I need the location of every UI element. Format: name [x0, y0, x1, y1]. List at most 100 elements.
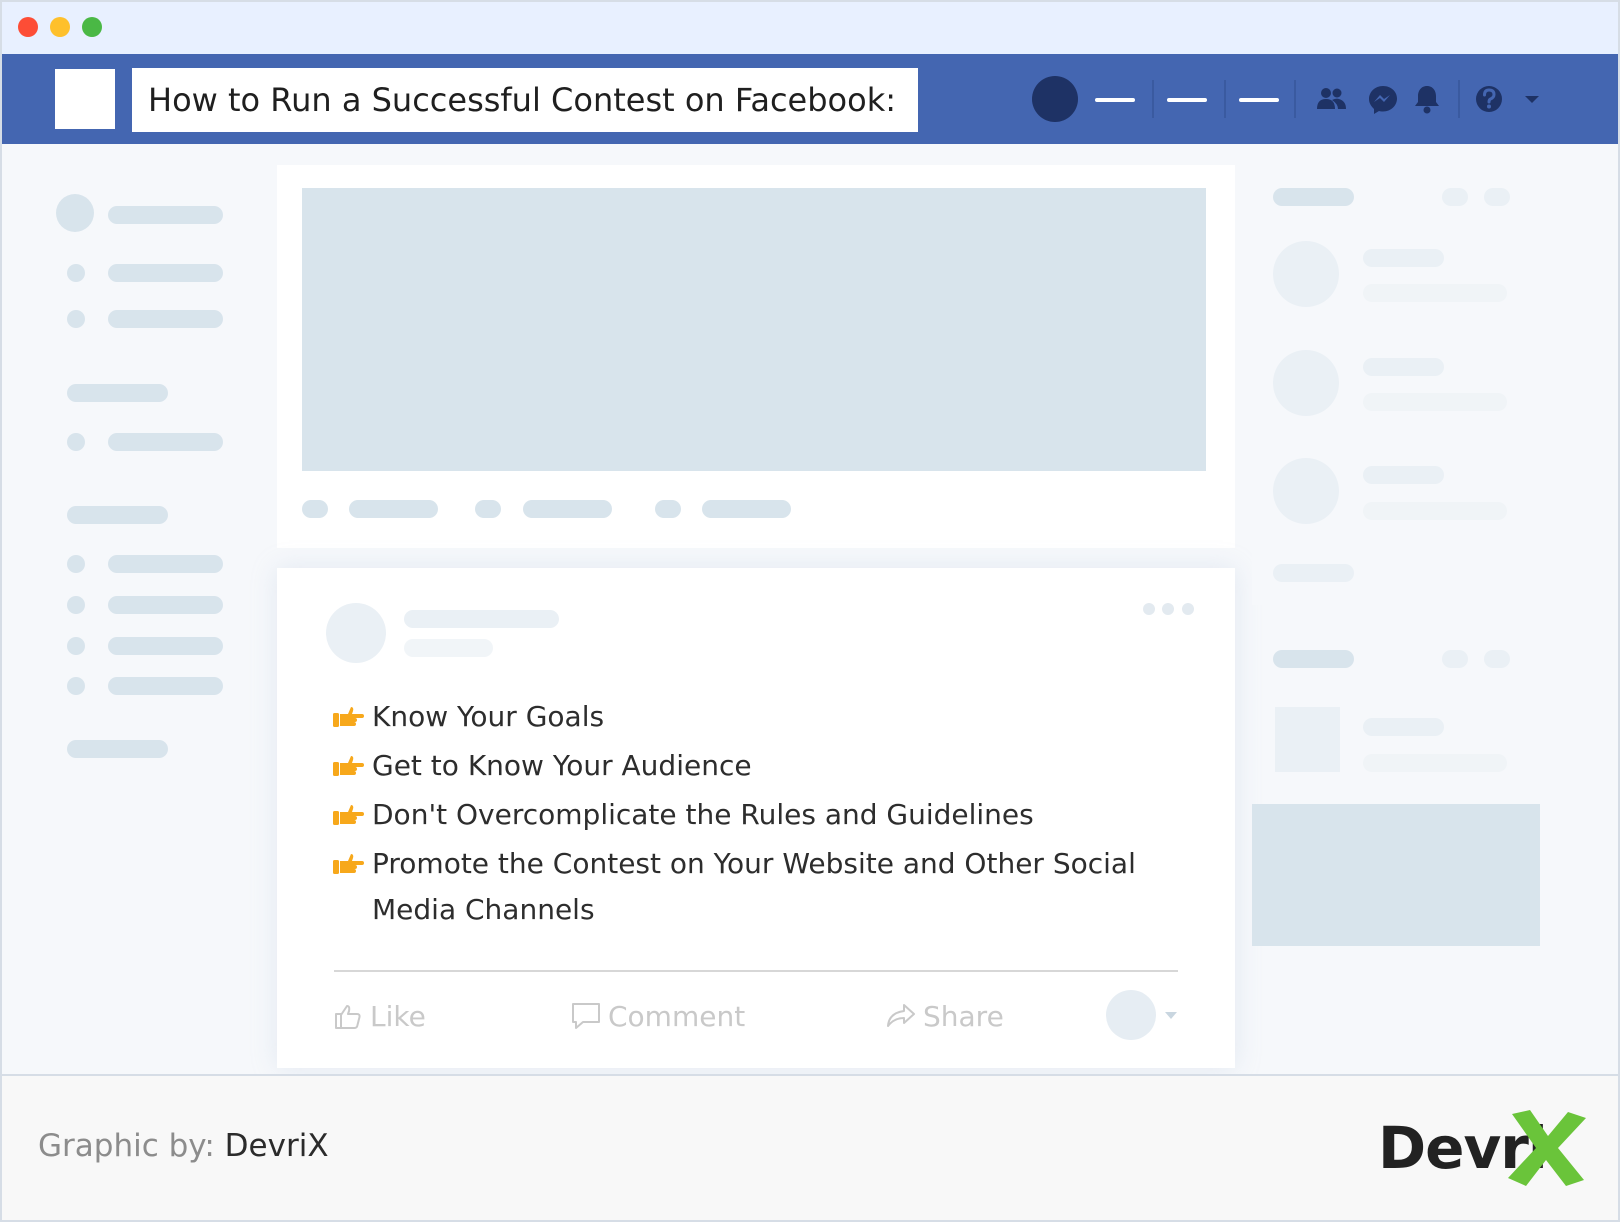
panel-action[interactable]: [1484, 650, 1510, 668]
card-action[interactable]: [523, 500, 612, 518]
list-item: Don't Overcomplicate the Rules and Guide…: [332, 792, 1182, 838]
sidebar-item-icon: [67, 637, 85, 655]
sidebar-item-icon: [67, 555, 85, 573]
comment-icon: [572, 1003, 600, 1029]
like-button[interactable]: Like: [332, 998, 426, 1034]
reaction-avatar[interactable]: [1106, 990, 1156, 1040]
logo-placeholder[interactable]: [55, 69, 115, 129]
messenger-icon[interactable]: [1366, 82, 1400, 116]
card-action-icon: [302, 500, 328, 518]
like-label: Like: [370, 999, 426, 1033]
panel-action[interactable]: [1442, 650, 1468, 668]
sidebar-see-more[interactable]: [67, 740, 168, 758]
share-icon: [887, 1004, 915, 1027]
post-author-name[interactable]: [404, 610, 559, 628]
caret-down-icon[interactable]: [1515, 82, 1549, 116]
sidebar-item-icon: [67, 596, 85, 614]
share-label: Share: [923, 999, 1004, 1033]
minimize-window-button[interactable]: [50, 17, 70, 37]
suggestion-subtext: [1363, 393, 1507, 411]
panel-see-more[interactable]: [1273, 564, 1354, 582]
page-thumbnail[interactable]: [1275, 707, 1340, 772]
maximize-window-button[interactable]: [82, 17, 102, 37]
panel-action[interactable]: [1442, 188, 1468, 206]
suggestion-name[interactable]: [1363, 466, 1444, 484]
panel-heading: [1273, 188, 1354, 206]
nav-divider: [1458, 80, 1460, 118]
post-image-placeholder[interactable]: [302, 188, 1206, 471]
thumbs-up-icon: [335, 1005, 361, 1029]
nav-divider: [1294, 80, 1296, 118]
browser-window: How to Run a Successful Contest on Faceb…: [0, 0, 1620, 1222]
post-timestamp: [404, 639, 493, 657]
search-input[interactable]: How to Run a Successful Contest on Faceb…: [132, 68, 918, 132]
sidebar-avatar: [56, 194, 94, 232]
card-action[interactable]: [702, 500, 791, 518]
nav-divider: [1224, 80, 1226, 118]
pointing-hand-icon: [333, 756, 364, 776]
search-input-text: How to Run a Successful Contest on Faceb…: [148, 81, 897, 119]
nav-link-2[interactable]: [1167, 98, 1207, 102]
card-action[interactable]: [349, 500, 438, 518]
list-item-text: Promote the Contest on Your Website and …: [372, 847, 1136, 926]
list-item-text: Don't Overcomplicate the Rules and Guide…: [372, 798, 1034, 831]
share-button[interactable]: Share: [885, 998, 1004, 1034]
sidebar-item-icon: [67, 310, 85, 328]
profile-avatar[interactable]: [1032, 76, 1078, 122]
tips-list: Know Your Goals Get to Know Your Audienc…: [332, 694, 1182, 936]
sidebar-item[interactable]: [108, 310, 223, 328]
nav-divider: [1152, 80, 1154, 118]
sidebar-item[interactable]: [108, 206, 223, 224]
credit-label: Graphic by:: [38, 1128, 215, 1164]
more-options-dot[interactable]: [1143, 603, 1155, 615]
page-subtext: [1363, 754, 1507, 772]
more-options-dot[interactable]: [1182, 603, 1194, 615]
suggestion-avatar[interactable]: [1273, 458, 1339, 524]
card-action-icon: [475, 500, 501, 518]
list-item: Promote the Contest on Your Website and …: [332, 841, 1182, 933]
sidebar-item[interactable]: [108, 677, 223, 695]
sidebar-item[interactable]: [108, 264, 223, 282]
more-options-dot[interactable]: [1162, 603, 1174, 615]
window-titlebar: [2, 2, 1618, 54]
sidebar-item[interactable]: [108, 433, 223, 451]
sidebar-item[interactable]: [108, 555, 223, 573]
sidebar-item[interactable]: [108, 596, 223, 614]
post-author-avatar[interactable]: [326, 603, 386, 663]
sidebar-section-heading: [67, 506, 168, 524]
sidebar-item[interactable]: [108, 637, 223, 655]
suggestion-avatar[interactable]: [1273, 241, 1339, 307]
suggestion-name[interactable]: [1363, 249, 1444, 267]
suggestion-subtext: [1363, 502, 1507, 520]
nav-link-3[interactable]: [1239, 98, 1279, 102]
list-item: Know Your Goals: [332, 694, 1182, 740]
sidebar-item-icon: [67, 677, 85, 695]
facebook-navbar: How to Run a Successful Contest on Faceb…: [2, 54, 1618, 144]
panel-heading: [1273, 650, 1354, 668]
friends-icon[interactable]: [1314, 82, 1348, 116]
brand-x-mark-icon: [1508, 1110, 1586, 1186]
suggestion-name[interactable]: [1363, 358, 1444, 376]
reaction-caret-icon[interactable]: [1165, 1012, 1177, 1019]
pointing-hand-icon: [333, 805, 364, 825]
pointing-hand-icon: [333, 707, 364, 727]
help-icon[interactable]: [1472, 82, 1506, 116]
suggestion-avatar[interactable]: [1273, 350, 1339, 416]
graphic-credit: Graphic by: DevriX: [38, 1128, 329, 1164]
bell-icon[interactable]: [1410, 82, 1444, 116]
credit-name: DevriX: [224, 1128, 329, 1164]
list-item-text: Know Your Goals: [372, 700, 605, 733]
post-divider: [334, 970, 1178, 972]
pointing-hand-icon: [333, 854, 364, 874]
close-window-button[interactable]: [18, 17, 38, 37]
comment-label: Comment: [608, 999, 746, 1033]
devrix-logo: Devri: [1378, 1108, 1588, 1188]
sidebar-item-icon: [67, 264, 85, 282]
sidebar-section-heading: [67, 384, 168, 402]
comment-button[interactable]: Comment: [570, 998, 745, 1034]
ad-image-placeholder[interactable]: [1252, 804, 1540, 946]
nav-link-1[interactable]: [1095, 98, 1135, 102]
list-item-text: Get to Know Your Audience: [372, 749, 752, 782]
panel-action[interactable]: [1484, 188, 1510, 206]
page-name[interactable]: [1363, 718, 1444, 736]
